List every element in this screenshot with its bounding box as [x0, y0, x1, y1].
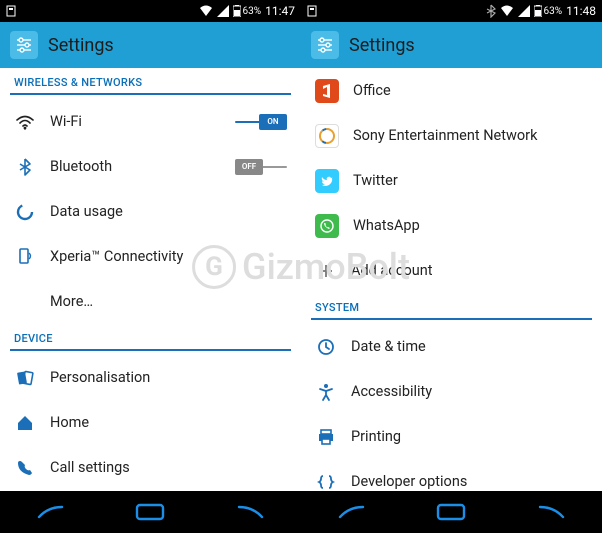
home-button[interactable] [421, 499, 481, 525]
accessibility-icon [315, 381, 337, 403]
braces-icon [315, 471, 337, 492]
row-label: Add account [351, 262, 588, 279]
plus-icon [315, 260, 337, 282]
section-divider [10, 93, 291, 95]
row-xperia-connectivity[interactable]: Xperia™ Connectivity [0, 234, 301, 279]
navigation-bar [0, 491, 301, 533]
row-developer-options[interactable]: Developer options [301, 459, 602, 491]
bluetooth-status-icon [486, 4, 496, 18]
battery-indicator: 63% [233, 5, 262, 17]
row-date-time[interactable]: Date & time [301, 324, 602, 369]
settings-list[interactable]: WIRELESS & NETWORKS Wi-Fi ON Bluetooth O… [0, 68, 301, 491]
settings-app-icon [10, 31, 38, 59]
printer-icon [315, 426, 337, 448]
recent-button[interactable] [221, 499, 281, 525]
row-label: Bluetooth [50, 158, 221, 175]
office-icon [315, 79, 339, 103]
phone-icon [14, 457, 36, 479]
sony-icon [315, 124, 339, 148]
row-wifi[interactable]: Wi-Fi ON [0, 99, 301, 144]
battery-percent: 63% [243, 6, 262, 17]
row-label: More… [50, 293, 287, 310]
settings-list[interactable]: Office Sony Entertainment Network Twitte… [301, 68, 602, 491]
row-label: Printing [351, 428, 588, 445]
row-data-usage[interactable]: Data usage [0, 189, 301, 234]
data-usage-icon [14, 201, 36, 223]
row-home[interactable]: Home [0, 400, 301, 445]
row-label: WhatsApp [353, 217, 588, 234]
row-whatsapp[interactable]: WhatsApp [301, 203, 602, 248]
recent-button[interactable] [522, 499, 582, 525]
card-icon [6, 5, 16, 17]
row-bluetooth[interactable]: Bluetooth OFF [0, 144, 301, 189]
wifi-toggle[interactable]: ON [235, 112, 287, 132]
section-system-header: SYSTEM [301, 293, 602, 318]
back-button[interactable] [321, 499, 381, 525]
row-label: Data usage [50, 203, 287, 220]
row-personalisation[interactable]: Personalisation [0, 355, 301, 400]
row-label: Twitter [353, 172, 588, 189]
clock: 11:47 [265, 4, 295, 18]
status-bar: 63% 11:48 [301, 0, 602, 22]
row-label: Xperia™ Connectivity [50, 248, 287, 265]
row-call-settings[interactable]: Call settings [0, 445, 301, 490]
signal-icon [518, 5, 530, 17]
row-label: Developer options [351, 473, 588, 490]
row-label: Call settings [50, 459, 287, 476]
page-title: Settings [349, 35, 415, 56]
wifi-status-icon [199, 5, 213, 17]
row-add-account[interactable]: Add account [301, 248, 602, 293]
wifi-icon [14, 111, 36, 133]
row-printing[interactable]: Printing [301, 414, 602, 459]
app-bar: Settings [0, 22, 301, 68]
status-bar: 63% 11:47 [0, 0, 301, 22]
battery-percent: 63% [544, 6, 563, 17]
page-title: Settings [48, 35, 114, 56]
row-label: Personalisation [50, 369, 287, 386]
navigation-bar [301, 491, 602, 533]
personalisation-icon [14, 367, 36, 389]
section-wireless-header: WIRELESS & NETWORKS [0, 68, 301, 93]
row-label: Wi-Fi [50, 113, 221, 130]
settings-app-icon [311, 31, 339, 59]
clock: 11:48 [566, 4, 596, 18]
row-label: Sony Entertainment Network [353, 127, 588, 144]
section-device-header: DEVICE [0, 324, 301, 349]
bluetooth-toggle[interactable]: OFF [235, 157, 287, 177]
row-twitter[interactable]: Twitter [301, 158, 602, 203]
card-icon [307, 5, 317, 17]
whatsapp-icon [315, 214, 339, 238]
xperia-connectivity-icon [14, 246, 36, 268]
row-label: Office [353, 82, 588, 99]
app-bar: Settings [301, 22, 602, 68]
home-icon [14, 412, 36, 434]
phone-left: 63% 11:47 Settings WIRELESS & NETWORKS W… [0, 0, 301, 533]
back-button[interactable] [20, 499, 80, 525]
section-divider [311, 318, 592, 320]
clock-icon [315, 336, 337, 358]
row-label: Home [50, 414, 287, 431]
signal-icon [217, 5, 229, 17]
section-divider [10, 349, 291, 351]
phone-right: 63% 11:48 Settings Office Sony Entertain… [301, 0, 602, 533]
home-button[interactable] [120, 499, 180, 525]
row-more[interactable]: More… [0, 279, 301, 324]
bluetooth-icon [14, 156, 36, 178]
row-label: Date & time [351, 338, 588, 355]
wifi-status-icon [500, 5, 514, 17]
battery-indicator: 63% [534, 5, 563, 17]
row-office[interactable]: Office [301, 68, 602, 113]
row-label: Accessibility [351, 383, 588, 400]
twitter-icon [315, 169, 339, 193]
row-sony-entertainment[interactable]: Sony Entertainment Network [301, 113, 602, 158]
row-accessibility[interactable]: Accessibility [301, 369, 602, 414]
